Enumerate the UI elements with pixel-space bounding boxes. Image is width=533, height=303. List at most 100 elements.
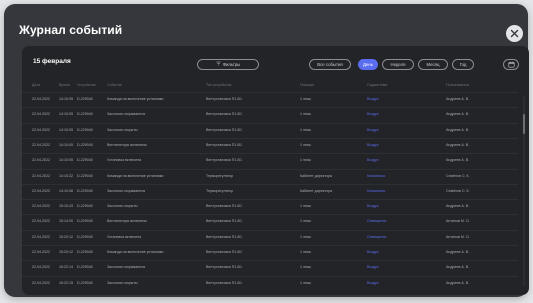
col-date-cell: 22.04.2022 <box>32 219 50 224</box>
col-device-type-cell: Вентустановка П1-В1 <box>206 265 242 270</box>
col-user-cell: Андреев А. В. <box>446 204 470 209</box>
table-row[interactable]: 22.04.2022 15:20:12 D-229040 Команда на вкл… <box>22 245 518 258</box>
col-date-cell: 22.04.2022 <box>32 127 50 132</box>
col-event-cell: Заслонки открываются <box>107 112 146 117</box>
col-time-header[interactable]: Время <box>59 79 77 92</box>
col-device-cell: D-229040 <box>77 142 93 147</box>
current-date: 15 февраля <box>33 58 71 65</box>
filters-button[interactable]: Фильтры <box>197 59 259 70</box>
col-user-header[interactable]: Пользователь <box>446 79 518 92</box>
col-subsystem-cell: Освещение <box>367 234 387 239</box>
col-device-type-header[interactable]: Тип устройства <box>206 79 300 92</box>
col-time-cell: 14:10:05 <box>59 97 73 101</box>
col-user-cell: Семёнов С. К. <box>446 188 470 193</box>
col-event-cell: Команда на включение установки <box>107 173 164 178</box>
scope-day-button[interactable]: День <box>358 59 378 70</box>
table-row[interactable]: 22.04.2022 15:10:43 D-229040 Заслонки откры… <box>22 199 518 212</box>
table-row[interactable]: 22.04.2022 15:20:12 D-229040 Установка вклю… <box>22 229 518 243</box>
table-row[interactable]: 22.04.2022 14:10:05 D-229040 Заслонки откры… <box>22 122 518 136</box>
table-row[interactable]: 22.04.2022 14:10:05 D-229040 Заслонки откры… <box>22 107 518 120</box>
col-subsystem-cell: Воздух <box>367 280 379 285</box>
col-date-cell: 22.04.2022 <box>32 265 50 270</box>
col-time-cell: 14:10:05 <box>59 142 73 147</box>
col-subsystem-cell: Воздух <box>367 265 379 270</box>
scope-year-button[interactable]: Год <box>452 59 474 70</box>
table-row[interactable]: 22.04.2022 14:10:05 D-229040 Вентиляторы вк… <box>22 137 518 151</box>
col-subsystem-cell: Климатика <box>367 173 385 178</box>
close-button[interactable] <box>506 25 523 42</box>
col-subsystem-cell: Воздух <box>367 97 379 101</box>
col-subsystem-cell: Освещение <box>367 219 387 224</box>
scope-month-button[interactable]: Месяц <box>418 59 448 70</box>
col-device-type-cell: Вентустановка П1-В1 <box>206 142 242 147</box>
col-device-cell: D-229040 <box>77 219 93 224</box>
col-device-cell: D-229040 <box>77 97 93 101</box>
col-date-cell: 22.04.2022 <box>32 250 50 254</box>
col-device-type-cell: Вентустановка П1-В1 <box>206 127 242 132</box>
col-date-cell: 22.04.2022 <box>32 280 50 285</box>
col-event-cell: Заслонки открыты <box>107 280 138 285</box>
col-event-cell: Вентиляторы включены <box>107 142 147 147</box>
col-subsystem-cell: Воздух <box>367 112 379 117</box>
col-position-cell: 1 этаж <box>300 97 311 101</box>
col-date-cell: 22.04.2022 <box>32 204 50 209</box>
col-user-cell: Андреев А. В. <box>446 112 470 117</box>
col-date-header[interactable]: Дата <box>32 79 59 92</box>
col-event-cell: Команда на включение установки <box>107 250 164 254</box>
col-device-type-cell: Вентустановка П1-В1 <box>206 204 242 209</box>
col-time-cell: 15:14:00 <box>59 219 73 224</box>
scope-week-button[interactable]: Неделя <box>382 59 414 70</box>
col-position-header[interactable]: Позиция <box>300 79 367 92</box>
col-event-cell: Заслонки открываются <box>107 188 146 193</box>
col-date-cell: 22.04.2022 <box>32 112 50 117</box>
col-device-type-cell: Вентустановка П1-В1 <box>206 158 242 163</box>
col-date-cell: 22.04.2022 <box>32 173 50 178</box>
col-device-cell: D-229040 <box>77 173 93 178</box>
col-subsystem-cell: Воздух <box>367 158 379 163</box>
col-position-cell: 1 этаж <box>300 142 311 147</box>
col-device-type-cell: Вентустановка П1-В1 <box>206 250 242 254</box>
col-time-cell: 15:20:12 <box>59 250 73 254</box>
col-user-cell: Семёнов С. К. <box>446 173 470 178</box>
col-device-header[interactable]: Устройство <box>77 79 107 92</box>
col-subsystem-cell: Воздух <box>367 142 379 147</box>
table-row[interactable]: 22.04.2022 14:10:05 D-229040 Команда на вкл… <box>22 92 518 105</box>
table-row[interactable]: 22.04.2022 14:10:08 D-229040 Заслонки откры… <box>22 183 518 197</box>
col-position-cell: 1 этаж <box>300 112 311 117</box>
close-icon <box>510 29 519 38</box>
col-subsystem-header[interactable]: Подсистема <box>367 79 446 92</box>
table-row[interactable]: 22.04.2022 15:14:00 D-229040 Вентиляторы вк… <box>22 214 518 227</box>
col-event-cell: Установка включена <box>107 234 142 239</box>
col-device-cell: D-229040 <box>77 127 93 132</box>
col-date-cell: 22.04.2022 <box>32 97 50 101</box>
col-date-cell: 22.04.2022 <box>32 188 50 193</box>
table-row[interactable]: 22.04.2022 14:10:22 D-229040 Команда на вкл… <box>22 168 518 182</box>
scope-all-events-button[interactable]: Все события <box>309 59 351 70</box>
col-event-cell: Заслонки открываются <box>107 265 146 270</box>
col-device-cell: D-229040 <box>77 250 93 254</box>
col-time-cell: 14:10:08 <box>59 188 73 193</box>
col-event-cell: Установка включена <box>107 158 142 163</box>
filter-icon <box>216 60 221 69</box>
col-position-cell: 1 этаж <box>300 250 311 254</box>
table-row[interactable]: 22.04.2022 14:10:05 D-229040 Установка вклю… <box>22 153 518 166</box>
col-event-header[interactable]: Событие <box>107 79 206 92</box>
col-user-cell: Андреев А. В. <box>446 250 470 254</box>
scrollbar-thumb[interactable] <box>523 114 525 134</box>
table-row[interactable]: 22.04.2022 15:22:14 D-229040 Заслонки откры… <box>22 260 518 273</box>
col-time-cell: 15:20:12 <box>59 234 73 239</box>
col-position-cell: Кабинет директора <box>300 173 332 178</box>
col-user-cell: Антипов М. О. <box>446 234 470 239</box>
col-position-cell: 1 этаж <box>300 158 311 163</box>
col-position-cell: 1 этаж <box>300 219 311 224</box>
col-position-cell: 1 этаж <box>300 280 311 285</box>
col-time-cell: 14:10:05 <box>59 158 73 163</box>
col-user-cell: Андреев А. В. <box>446 97 470 101</box>
col-position-cell: 1 этаж <box>300 204 311 209</box>
col-user-cell: Андреев А. В. <box>446 265 470 270</box>
calendar-button[interactable] <box>503 59 519 70</box>
col-subsystem-cell: Воздух <box>367 127 379 132</box>
col-time-cell: 15:22:15 <box>59 280 73 285</box>
table-row[interactable]: 22.04.2022 15:22:15 D-229040 Заслонки откры… <box>22 275 518 289</box>
col-device-cell: D-229040 <box>77 158 93 163</box>
